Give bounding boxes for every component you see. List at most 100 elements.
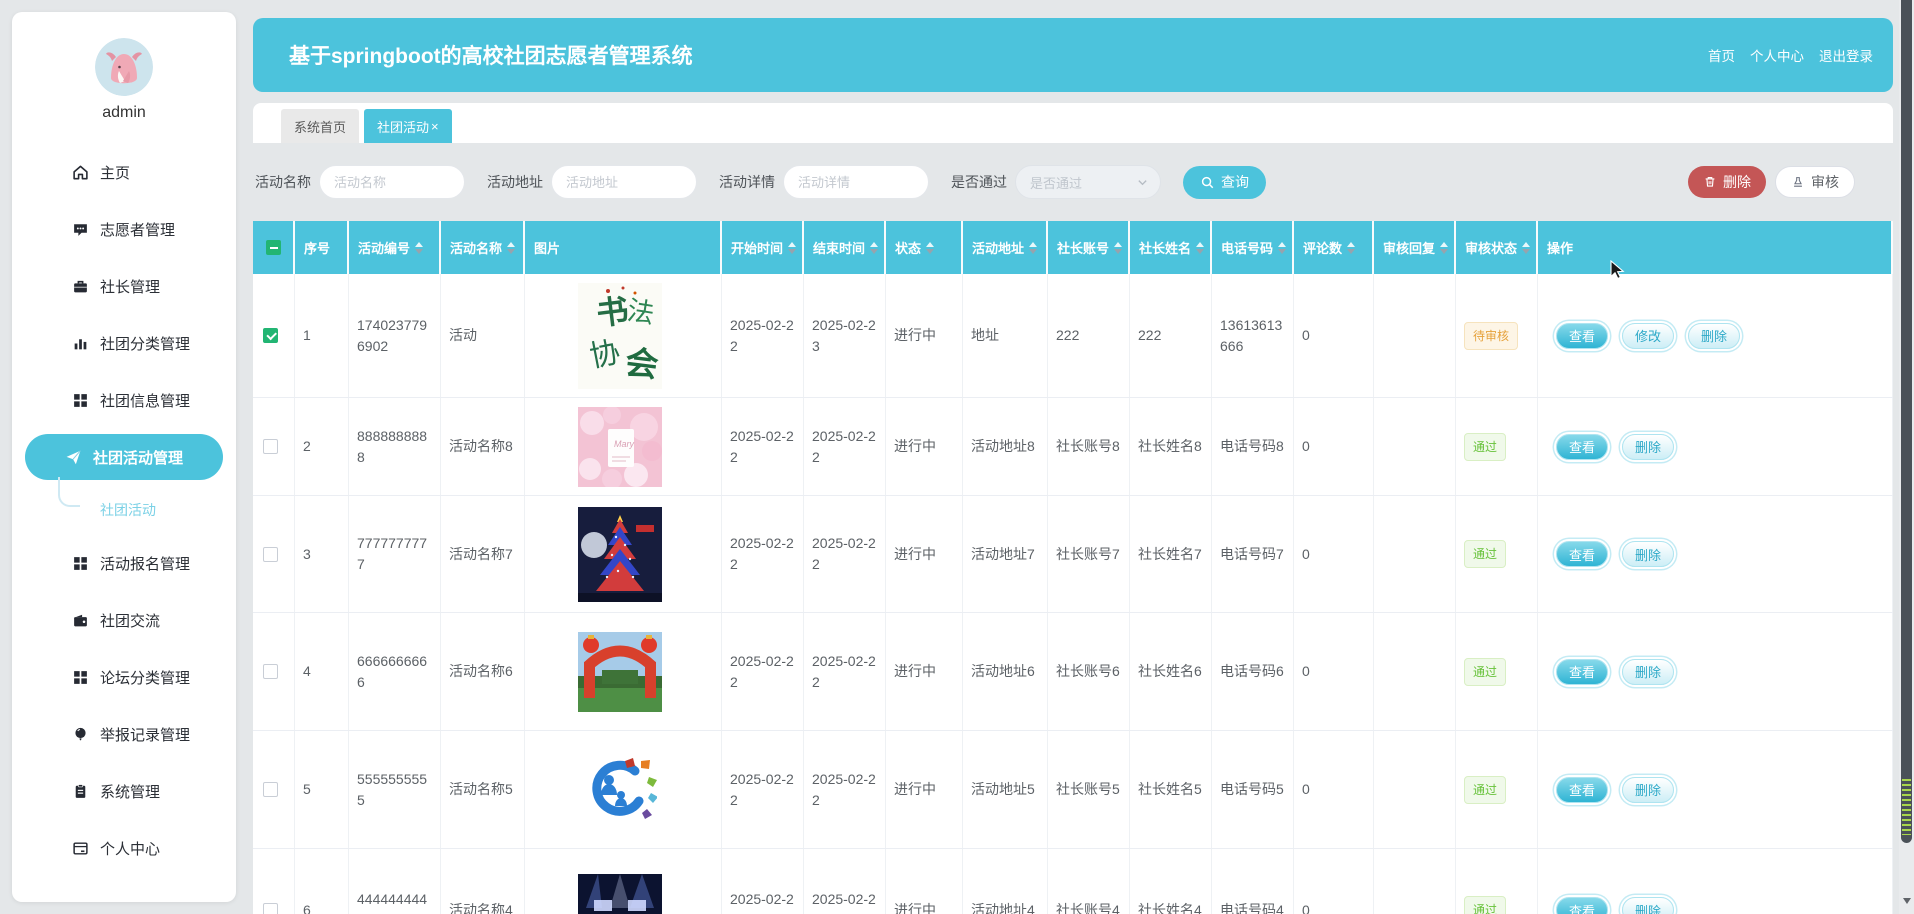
- cell-account: 222: [1048, 274, 1130, 397]
- column-header-code[interactable]: 活动编号: [349, 221, 441, 274]
- select-all-header[interactable]: [253, 221, 295, 274]
- cell-actions: 查看 删除: [1538, 496, 1893, 612]
- scrollbar-thumb[interactable]: [1901, 0, 1912, 843]
- column-header-name[interactable]: 活动名称: [441, 221, 525, 274]
- column-header-label: 审核状态: [1465, 241, 1518, 256]
- activity-address-input[interactable]: [551, 165, 697, 199]
- delete-row-button[interactable]: 删除: [1622, 658, 1675, 685]
- edit-button[interactable]: 修改: [1622, 322, 1675, 349]
- search-button[interactable]: 查询: [1183, 165, 1266, 199]
- sort-caret-icon[interactable]: [1114, 238, 1123, 258]
- activity-detail-input[interactable]: [783, 165, 929, 199]
- sort-caret-icon[interactable]: [1029, 238, 1038, 258]
- filter-name-label: 活动名称: [255, 174, 311, 190]
- cell-reply: [1374, 496, 1456, 612]
- delete-row-button[interactable]: 删除: [1622, 776, 1675, 803]
- row-checkbox[interactable]: [263, 439, 278, 454]
- sidebar-item-personal-center[interactable]: 个人中心: [12, 820, 236, 877]
- audit-button[interactable]: 审核: [1775, 166, 1855, 198]
- scrollbar-down-arrow[interactable]: [1903, 898, 1911, 908]
- view-button[interactable]: 查看: [1556, 322, 1609, 349]
- table-row: 1 1740237796902 活动书法协会 2025-02-22 2025-02-23…: [253, 274, 1893, 398]
- cell-president: 社长姓名6: [1130, 613, 1212, 730]
- column-header-account[interactable]: 社长账号: [1048, 221, 1130, 274]
- tab-close-icon[interactable]: ×: [431, 119, 439, 134]
- sort-caret-icon[interactable]: [1440, 238, 1449, 258]
- sidebar-item-forum-categories[interactable]: 论坛分类管理: [12, 649, 236, 706]
- sidebar-item-home[interactable]: 主页: [12, 144, 236, 201]
- delete-row-button[interactable]: 删除: [1622, 433, 1675, 460]
- sidebar-subitem-club-activity[interactable]: 社团活动: [12, 477, 236, 535]
- column-header-status[interactable]: 状态: [886, 221, 963, 274]
- cell-account: 社长账号5: [1048, 731, 1130, 848]
- sidebar-item-system[interactable]: 系统管理: [12, 763, 236, 820]
- cell-president: 222: [1130, 274, 1212, 397]
- column-header-end[interactable]: 结束时间: [804, 221, 886, 274]
- sidebar-item-signups[interactable]: 活动报名管理: [12, 535, 236, 592]
- cell-index: 3: [295, 496, 349, 612]
- stamp-icon: [1794, 177, 1802, 187]
- sort-caret-icon[interactable]: [926, 238, 935, 258]
- cell-status: 进行中: [886, 496, 963, 612]
- select-all-checkbox[interactable]: [265, 240, 281, 255]
- cell-status: 进行中: [886, 398, 963, 495]
- row-checkbox[interactable]: [263, 328, 278, 343]
- sort-caret-icon[interactable]: [1278, 238, 1287, 258]
- view-button[interactable]: 查看: [1556, 433, 1609, 460]
- delete-row-button[interactable]: 删除: [1688, 322, 1741, 349]
- column-header-audit[interactable]: 审核状态: [1456, 221, 1538, 274]
- cell-comments: 0: [1294, 731, 1374, 848]
- nav-logout[interactable]: 退出登录: [1819, 45, 1873, 65]
- column-header-start[interactable]: 开始时间: [722, 221, 804, 274]
- sort-caret-icon[interactable]: [788, 238, 797, 258]
- scrollbar-track[interactable]: [1899, 0, 1914, 914]
- row-checkbox[interactable]: [263, 782, 278, 797]
- table-row: 5 5555555555 活动名称5 2025-02-22 2025-02-22 进行中活…: [253, 731, 1893, 849]
- delete-row-button[interactable]: 删除: [1622, 897, 1675, 914]
- pass-select[interactable]: 是否通过: [1015, 165, 1161, 199]
- sort-caret-icon[interactable]: [507, 238, 516, 258]
- sort-caret-icon[interactable]: [870, 238, 879, 258]
- column-header-label: 图片: [534, 241, 561, 256]
- row-checkbox[interactable]: [263, 902, 278, 914]
- nav-home[interactable]: 首页: [1708, 45, 1735, 65]
- sidebar-item-club-info[interactable]: 社团信息管理: [12, 372, 236, 429]
- sidebar-item-presidents[interactable]: 社长管理: [12, 258, 236, 315]
- cell-select: [253, 496, 295, 612]
- sidebar-item-volunteers[interactable]: 志愿者管理: [12, 201, 236, 258]
- tab-club-activity[interactable]: 社团活动 ×: [364, 109, 452, 143]
- row-checkbox[interactable]: [263, 664, 278, 679]
- column-header-reply[interactable]: 审核回复: [1374, 221, 1456, 274]
- tab-system-home[interactable]: 系统首页: [281, 109, 360, 143]
- view-button[interactable]: 查看: [1556, 776, 1609, 803]
- column-header-label: 活动地址: [972, 241, 1025, 256]
- report-icon: [72, 726, 89, 743]
- sort-caret-icon[interactable]: [1196, 238, 1205, 258]
- column-header-address[interactable]: 活动地址: [963, 221, 1048, 274]
- sidebar-username: admin: [102, 104, 146, 121]
- cell-image: [525, 731, 722, 848]
- view-button[interactable]: 查看: [1556, 658, 1609, 685]
- delete-button[interactable]: 删除: [1688, 166, 1766, 198]
- activity-name-input[interactable]: [319, 165, 465, 199]
- column-header-president[interactable]: 社长姓名: [1130, 221, 1212, 274]
- cell-comments: 0: [1294, 274, 1374, 397]
- sidebar-item-reports[interactable]: 举报记录管理: [12, 706, 236, 763]
- sort-caret-icon[interactable]: [1347, 238, 1356, 258]
- row-checkbox[interactable]: [263, 546, 278, 562]
- sidebar-item-club-categories[interactable]: 社团分类管理: [12, 315, 236, 372]
- nav-profile[interactable]: 个人中心: [1750, 45, 1804, 65]
- column-header-label: 审核回复: [1383, 241, 1436, 256]
- view-button[interactable]: 查看: [1556, 897, 1609, 914]
- sort-caret-icon[interactable]: [415, 238, 424, 258]
- column-header-comments[interactable]: 评论数: [1294, 221, 1374, 274]
- delete-row-button[interactable]: 删除: [1622, 541, 1675, 567]
- sort-caret-icon[interactable]: [1522, 238, 1531, 258]
- sidebar-item-club-activities[interactable]: 社团活动管理: [25, 434, 223, 480]
- column-header-phone[interactable]: 电话号码: [1212, 221, 1294, 274]
- bar-chart-icon: [72, 335, 89, 352]
- view-button[interactable]: 查看: [1556, 541, 1609, 567]
- activities-table: 序号 活动编号 活动名称 图片 开始时间 结束时间 状态 活动地址 社长账号 社长姓名 电话号码 评论…: [253, 221, 1893, 914]
- cell-comments: 0: [1294, 398, 1374, 495]
- sidebar-item-exchange[interactable]: 社团交流: [12, 592, 236, 649]
